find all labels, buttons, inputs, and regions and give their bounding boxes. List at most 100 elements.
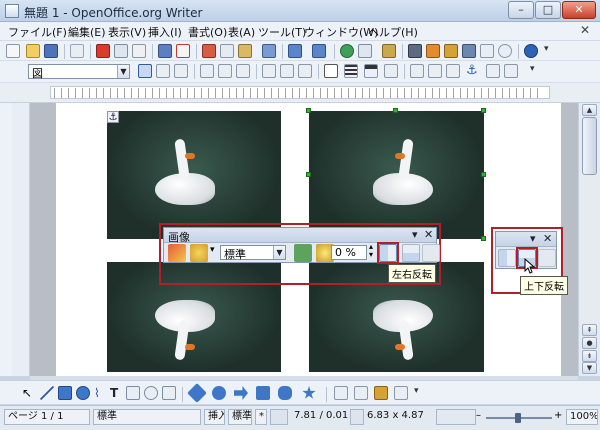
flip-horizontal-icon[interactable] bbox=[498, 249, 516, 267]
selection-handle[interactable] bbox=[481, 236, 486, 241]
align-left-icon[interactable] bbox=[200, 64, 214, 78]
small-toolbar-header[interactable]: ▾ ✕ bbox=[496, 232, 556, 247]
gallery-icon[interactable] bbox=[444, 44, 458, 58]
menu-view[interactable]: 表示(V) bbox=[108, 24, 146, 40]
align-middle-icon[interactable] bbox=[280, 64, 294, 78]
points-icon[interactable] bbox=[334, 386, 348, 400]
align-bottom-icon[interactable] bbox=[298, 64, 312, 78]
transparency-field[interactable]: 0 % bbox=[331, 245, 367, 260]
toolbar-options-chevron-icon[interactable]: ▾ bbox=[530, 64, 544, 78]
status-zoom[interactable]: 100% bbox=[566, 409, 598, 425]
symbol-shapes-icon[interactable] bbox=[212, 386, 226, 400]
status-page[interactable]: ページ 1 / 1 bbox=[4, 409, 90, 425]
autospellcheck-icon[interactable] bbox=[176, 44, 190, 58]
menu-tools[interactable]: ツール(T) bbox=[258, 24, 306, 40]
toolbar-menu-chevron-icon[interactable]: ▾ bbox=[412, 228, 418, 241]
flowchart-icon[interactable] bbox=[256, 386, 270, 400]
status-page-style[interactable]: 標準 bbox=[93, 409, 201, 425]
callouts-icon[interactable] bbox=[278, 386, 292, 400]
open-folder-icon[interactable] bbox=[26, 44, 40, 58]
export-pdf-icon[interactable] bbox=[96, 44, 110, 58]
zoom-out-icon[interactable]: – bbox=[476, 411, 486, 421]
picture-toolbar-header[interactable]: 画像 ▾ ✕ bbox=[164, 228, 436, 244]
border-color-icon[interactable] bbox=[364, 64, 378, 78]
line-style-icon[interactable] bbox=[344, 64, 358, 78]
zoom-slider-knob[interactable] bbox=[515, 413, 521, 423]
color-icon[interactable] bbox=[294, 244, 312, 262]
select-arrow-icon[interactable]: ↖ bbox=[22, 386, 36, 400]
align-center-icon[interactable] bbox=[218, 64, 232, 78]
close-document-icon[interactable]: ✕ bbox=[578, 23, 592, 37]
zoom-slider[interactable] bbox=[486, 413, 552, 423]
formatting-marks-icon[interactable] bbox=[480, 44, 494, 58]
status-selection-mode[interactable]: 標準 bbox=[228, 409, 252, 425]
page-wrap-icon[interactable] bbox=[156, 64, 170, 78]
vertical-callout-icon[interactable] bbox=[162, 386, 176, 400]
cut-icon[interactable] bbox=[202, 44, 216, 58]
selection-handle[interactable] bbox=[306, 172, 311, 177]
align-top-icon[interactable] bbox=[262, 64, 276, 78]
vertical-ruler[interactable] bbox=[12, 103, 30, 376]
from-file-icon[interactable] bbox=[374, 386, 388, 400]
menu-table[interactable]: 表(A) bbox=[228, 24, 255, 40]
menu-insert[interactable]: 挿入(I) bbox=[148, 24, 182, 40]
spin-arrows-icon[interactable]: ▴ ▾ bbox=[369, 243, 373, 259]
close-window-button[interactable]: ✕ bbox=[562, 1, 596, 19]
page-preview-icon[interactable] bbox=[132, 44, 146, 58]
close-icon[interactable]: ✕ bbox=[424, 228, 433, 241]
fontwork-gallery-icon[interactable] bbox=[354, 386, 368, 400]
minimize-button[interactable]: – bbox=[508, 1, 534, 19]
graphic-properties-icon[interactable] bbox=[422, 244, 440, 262]
menu-edit[interactable]: 編集(E) bbox=[68, 24, 106, 40]
chevron-down-icon[interactable]: ▾ bbox=[210, 245, 215, 255]
spellcheck-icon[interactable] bbox=[158, 44, 172, 58]
zoom-in-icon[interactable]: + bbox=[554, 411, 564, 421]
undo-icon[interactable] bbox=[288, 44, 302, 58]
next-page-icon[interactable]: ⇟ bbox=[582, 350, 597, 362]
navigation-icon[interactable]: ● bbox=[582, 337, 597, 349]
style-combo[interactable]: 図 ▼ bbox=[28, 64, 130, 80]
graphics-mode-icon[interactable] bbox=[190, 244, 208, 262]
wrap-off-icon[interactable] bbox=[138, 64, 152, 78]
hyperlink-icon[interactable] bbox=[340, 44, 354, 58]
hyperlink-dialog-icon[interactable] bbox=[504, 64, 518, 78]
chevron-down-icon[interactable]: ▼ bbox=[117, 65, 129, 78]
menu-file[interactable]: ファイル(F) bbox=[8, 24, 67, 40]
borders-icon[interactable] bbox=[324, 64, 338, 78]
navigator-icon[interactable] bbox=[426, 44, 440, 58]
status-insert-mode[interactable]: 挿入 bbox=[204, 409, 225, 425]
block-arrows-icon[interactable] bbox=[234, 386, 248, 400]
background-color-icon[interactable] bbox=[384, 64, 398, 78]
save-icon[interactable] bbox=[44, 44, 58, 58]
selection-handle[interactable] bbox=[306, 108, 311, 113]
toolbar-options-chevron-icon[interactable]: ▾ bbox=[544, 44, 558, 58]
menu-format[interactable]: 書式(O) bbox=[188, 24, 227, 40]
callout-tool-icon[interactable] bbox=[144, 386, 158, 400]
scroll-down-icon[interactable]: ▼ bbox=[582, 362, 597, 374]
ellipse-tool-icon[interactable] bbox=[76, 386, 90, 400]
selection-handle[interactable] bbox=[393, 108, 398, 113]
scroll-up-icon[interactable]: ▲ bbox=[582, 104, 597, 116]
vertical-scrollbar[interactable]: ▲ ⇞ ● ⇟ ▼ bbox=[578, 103, 600, 376]
text-tool-icon[interactable]: T bbox=[110, 386, 124, 400]
new-document-icon[interactable] bbox=[6, 44, 20, 58]
swan-image-top-left[interactable] bbox=[107, 111, 281, 239]
rectangle-tool-icon[interactable] bbox=[58, 386, 72, 400]
toolbar-options-chevron-icon[interactable]: ▾ bbox=[414, 386, 428, 400]
swan-image-top-right[interactable] bbox=[309, 111, 484, 239]
filter-icon[interactable] bbox=[168, 244, 186, 262]
redo-icon[interactable] bbox=[312, 44, 326, 58]
selection-handle[interactable] bbox=[481, 108, 486, 113]
close-icon[interactable]: ✕ bbox=[543, 232, 552, 245]
send-to-back-icon[interactable] bbox=[428, 64, 442, 78]
table-icon[interactable] bbox=[358, 44, 372, 58]
align-right-icon[interactable] bbox=[236, 64, 250, 78]
flip-horizontal-icon[interactable] bbox=[379, 244, 397, 262]
zoom-icon[interactable] bbox=[498, 44, 512, 58]
bring-to-front-icon[interactable] bbox=[410, 64, 424, 78]
copy-icon[interactable] bbox=[220, 44, 234, 58]
view-layout-icon[interactable] bbox=[436, 409, 476, 425]
show-draw-functions-icon[interactable] bbox=[382, 44, 396, 58]
print-icon[interactable] bbox=[114, 44, 128, 58]
toolbar-menu-chevron-icon[interactable]: ▾ bbox=[530, 232, 536, 245]
